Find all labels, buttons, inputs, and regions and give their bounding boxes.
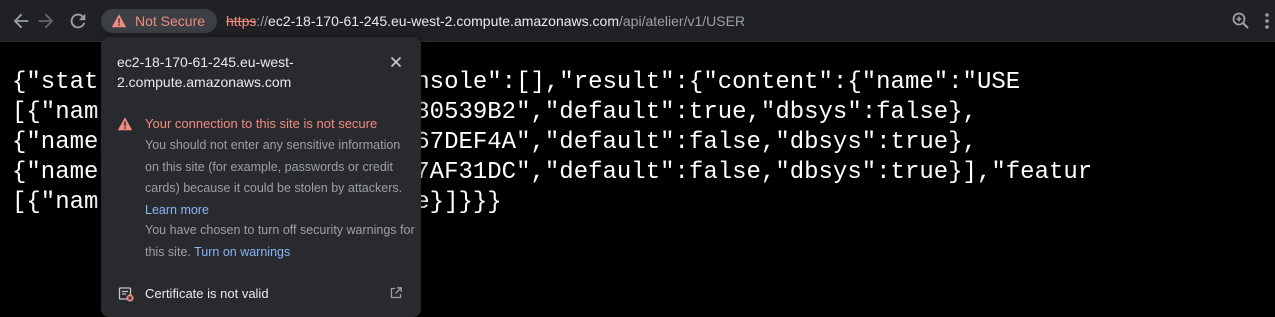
- turn-on-warnings-link[interactable]: Turn on warnings: [194, 245, 290, 259]
- warning-triangle-icon: [117, 116, 133, 132]
- warning-description-text: You should not enter any sensitive infor…: [145, 138, 403, 195]
- zoom-icon[interactable]: [1231, 11, 1251, 31]
- more-vert-icon[interactable]: [1260, 11, 1274, 31]
- reload-icon[interactable]: [67, 10, 89, 32]
- site-info-popup: ec2-18-170-61-245.eu-west-2.compute.amaz…: [101, 37, 421, 317]
- connection-warning-title: Your connection to this site is not secu…: [145, 116, 378, 131]
- url-host: ec2-18-170-61-245.eu-west-2.compute.amaz…: [268, 13, 619, 29]
- url-path: /api/atelier/v1/USER: [619, 13, 746, 29]
- warnings-note: You have chosen to turn off security war…: [145, 220, 415, 263]
- popup-site-host: ec2-18-170-61-245.eu-west-2.compute.amaz…: [117, 54, 294, 90]
- forward-arrow-icon[interactable]: [35, 10, 57, 32]
- security-chip-label: Not Secure: [135, 13, 206, 29]
- security-chip[interactable]: Not Secure: [101, 9, 217, 33]
- certificate-error-icon: [118, 286, 134, 302]
- certificate-status-item[interactable]: Certificate is not valid: [145, 285, 269, 303]
- close-icon[interactable]: [389, 55, 403, 69]
- browser-toolbar: Not Secure https://ec2-18-170-61-245.eu-…: [0, 0, 1275, 42]
- connection-warning-description: You should not enter any sensitive infor…: [145, 135, 415, 221]
- warning-triangle-icon: [111, 13, 127, 29]
- external-link-icon[interactable]: [389, 286, 403, 300]
- url-scheme: https: [226, 13, 257, 29]
- learn-more-link[interactable]: Learn more: [145, 203, 209, 217]
- back-arrow-icon[interactable]: [10, 10, 32, 32]
- address-bar[interactable]: https://ec2-18-170-61-245.eu-west-2.comp…: [226, 12, 745, 30]
- url-separator: ://: [256, 13, 269, 29]
